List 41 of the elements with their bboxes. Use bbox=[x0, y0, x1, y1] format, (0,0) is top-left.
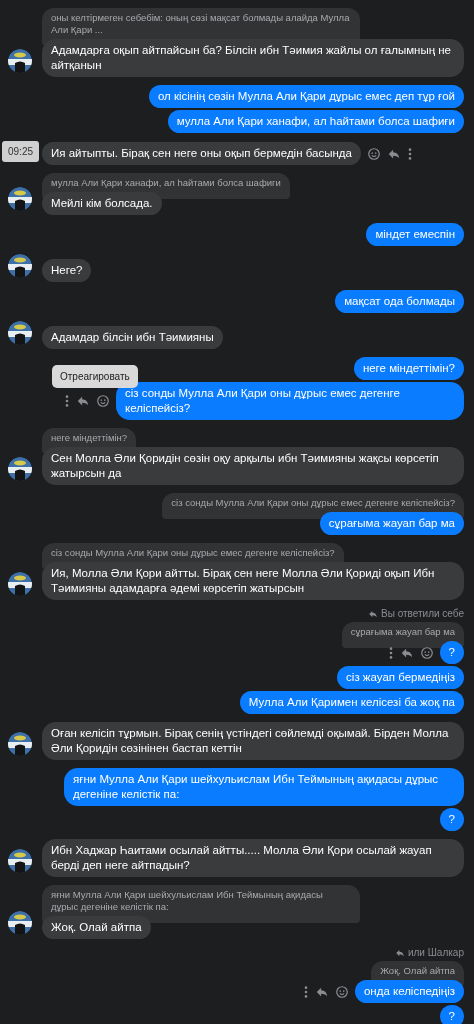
message-bubble: сіз сонды Мулла Али Қари оны дұрыс емес дегенге келіспейсіз? bbox=[116, 382, 464, 420]
tooltip: Отреагировать bbox=[52, 365, 138, 388]
quoted-message: яғни Мулла Али Қари шейхульислам Ибн Теймының ақидасы дұрыс дегеніне келістік па: bbox=[42, 885, 360, 923]
timestamp: 09:25 bbox=[2, 141, 40, 162]
message-bubble: сұрағыма жауап бар ма bbox=[319, 512, 464, 535]
quoted-message: мулла Али Қари ханафи, ал һайтами болса шафиги bbox=[42, 173, 290, 199]
message-bubble: мулла Али Қари ханафи, ал һайтами болса шафиғи bbox=[167, 110, 464, 133]
message-bubble: яғни Мулла Али Қари шейхульислам Ибн Теймының ақидасы дұрыс дегеніне келістік па: bbox=[64, 768, 464, 806]
emoji-icon[interactable] bbox=[96, 394, 110, 408]
reply-note: или Шалкар bbox=[407, 947, 464, 958]
message-bubble: Ибн Хаджар Һаитами осылай айтты..... Молла Әли Қори осылай жауап берді деп неге айтпадын? bbox=[42, 839, 464, 877]
message-bubble: Сен Молла Әли Қоридін сөзін оқу арқылы ибн Тәимияны жақсы көрсетіп жатырсын да bbox=[42, 447, 464, 485]
quoted-message: сіз сонды Мулла Али Қари оны дұрыс емес дегенге келіспейсіз? bbox=[162, 493, 464, 519]
message-bubble: Ия айтыпты. Бірақ сен неге оны оқып бермедін басында bbox=[42, 142, 361, 165]
emoji-icon[interactable] bbox=[419, 645, 434, 660]
message-bubble: Мейлі кім болсада. bbox=[42, 192, 162, 215]
message-bubble: Ия, Молла Әли Қори айтты. Бірақ сен неге Молла Әли Қориді оқып Ибн Тәимияны адамдарға әдемі көрсетіп жатырсын bbox=[42, 562, 464, 600]
message-bubble: Мулла Али Қаримен келісезі ба жоқ па bbox=[239, 691, 464, 714]
message-bubble: неге міндеттімін? bbox=[353, 357, 464, 380]
message-bubble: сіз жауап бермедіңіз bbox=[337, 666, 464, 689]
message-bubble: Неге? bbox=[42, 259, 92, 282]
message-bubble: Оған келісіп тұрмын. Бірақ сенің үстіндегі сөйлемді оқымай. Бірден Молла Әли Қоридін сөзінінен бастап кеттін bbox=[42, 722, 464, 760]
message-bubble: ? bbox=[439, 1005, 464, 1024]
message-bubble: онда келіспедіңіз bbox=[354, 980, 464, 1003]
more-icon[interactable] bbox=[64, 394, 70, 408]
message-bubble: ? bbox=[439, 641, 464, 664]
message-bubble: Адамдарға оқып айтпайсын ба? Білсін ибн Тәимия жайлы ол ғалымның не айтқанын bbox=[42, 39, 464, 77]
emoji-icon[interactable] bbox=[366, 146, 381, 161]
quoted-message: сұрағыма жауап бар ма bbox=[341, 622, 464, 648]
reply-note: Вы ответили себе bbox=[381, 608, 464, 619]
more-icon[interactable] bbox=[406, 146, 413, 161]
message-bubble: міндет емеспін bbox=[366, 223, 464, 246]
message-bubble: ? bbox=[439, 808, 464, 831]
more-icon[interactable] bbox=[387, 645, 394, 660]
reply-icon[interactable] bbox=[76, 394, 90, 408]
message-bubble: мақсат ода болмады bbox=[335, 290, 464, 313]
more-icon[interactable] bbox=[302, 984, 309, 999]
emoji-icon[interactable] bbox=[334, 984, 349, 999]
message-bubble: ол кісінің сөзін Мулла Али Қари дұрыс емес деп тұр ғой bbox=[148, 85, 464, 108]
message-bubble: Жоқ. Олай айтпа bbox=[42, 916, 151, 939]
message-bubble: Адамдар білсін ибн Тәимияны bbox=[42, 326, 223, 349]
